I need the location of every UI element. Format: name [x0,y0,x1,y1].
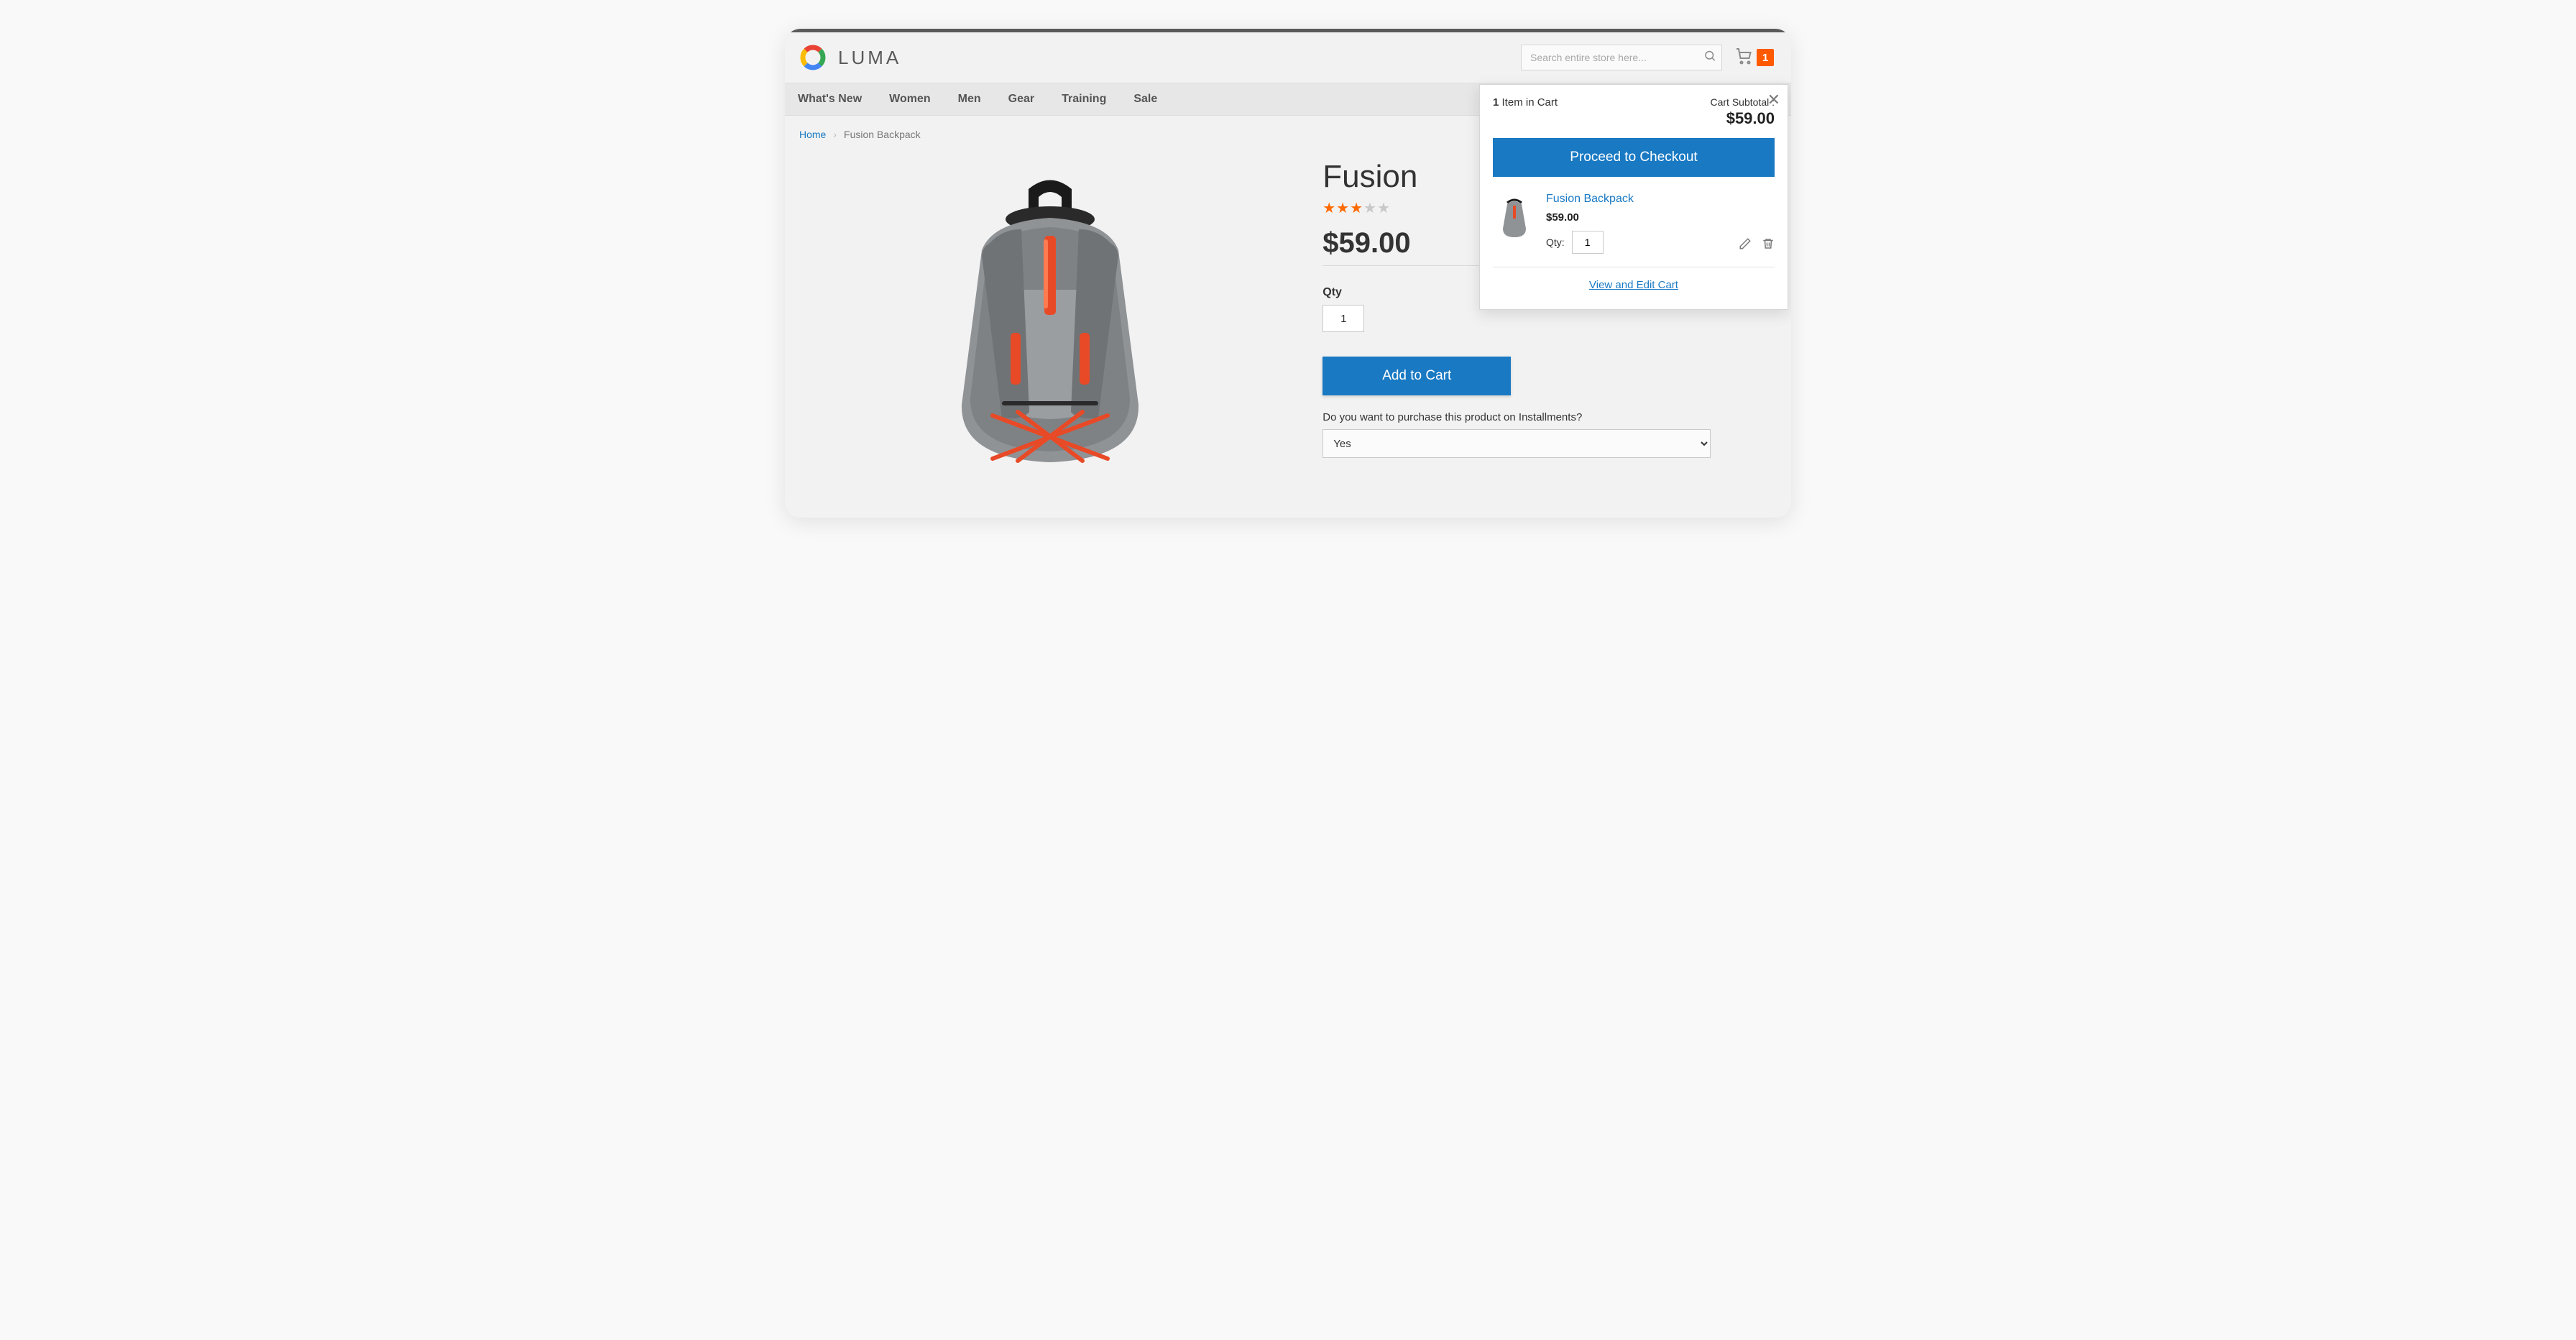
nav-men[interactable]: Men [958,93,981,106]
minicart-item: Fusion Backpack $59.00 Qty: [1493,193,1775,267]
trash-icon[interactable] [1762,237,1775,254]
minicart-item-thumb[interactable] [1493,193,1536,243]
nav-whats-new[interactable]: What's New [798,93,862,106]
minicart-subtotal-label: Cart Subtotal : [1711,96,1775,108]
nav-women[interactable]: Women [889,93,930,106]
minicart-qty-label: Qty: [1546,237,1565,248]
cart-count-badge: 1 [1757,49,1774,66]
nav-sale[interactable]: Sale [1133,93,1157,106]
product-image [896,168,1205,469]
nav-training[interactable]: Training [1062,93,1106,106]
cart-button[interactable]: 1 [1735,47,1774,68]
minicart-subtotal-amount: $59.00 [1711,109,1775,128]
installments-label: Do you want to purchase this product on … [1322,411,1777,423]
minicart-items-line: 1 Item in Cart [1493,96,1558,109]
add-to-cart-button[interactable]: Add to Cart [1322,357,1511,395]
luma-logo-icon [798,42,828,73]
close-icon[interactable]: ✕ [1767,91,1780,109]
brand-text: LUMA [838,47,901,69]
proceed-to-checkout-button[interactable]: Proceed to Checkout [1493,138,1775,177]
site-logo[interactable]: LUMA [798,42,901,73]
minicart-item-price: $59.00 [1546,211,1729,224]
edit-icon[interactable] [1739,237,1752,254]
view-edit-cart-link[interactable]: View and Edit Cart [1589,279,1678,291]
chevron-right-icon: › [833,129,837,140]
nav-gear[interactable]: Gear [1008,93,1034,106]
minicart-item-name[interactable]: Fusion Backpack [1546,193,1634,205]
breadcrumb-home[interactable]: Home [799,129,826,140]
qty-input[interactable] [1322,305,1364,332]
minicart-view-cart: View and Edit Cart [1493,279,1775,292]
minicart-qty-input[interactable] [1572,231,1604,254]
installments-select[interactable]: Yes [1322,429,1711,458]
minicart-popover: ✕ 1 Item in Cart Cart Subtotal : $59.00 … [1479,84,1788,310]
cart-icon [1735,47,1752,68]
site-header: LUMA 1 [785,32,1791,83]
breadcrumb-current: Fusion Backpack [844,129,921,140]
product-media [799,153,1301,469]
search-input[interactable] [1521,45,1722,70]
